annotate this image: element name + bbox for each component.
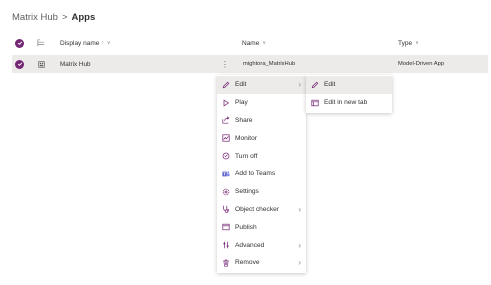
menu-item-label: Add to Teams bbox=[235, 170, 276, 178]
model-driven-app-icon bbox=[38, 55, 45, 73]
play-icon bbox=[222, 99, 230, 107]
power-icon bbox=[222, 152, 230, 160]
tools-icon bbox=[222, 241, 230, 249]
row-checkbox[interactable] bbox=[15, 55, 24, 73]
column-label: Name bbox=[242, 39, 260, 47]
column-label: Display name bbox=[60, 39, 100, 47]
checkmark-icon bbox=[15, 38, 24, 48]
menu-item-publish[interactable]: Publish bbox=[217, 218, 306, 236]
menu-item-label: Turn off bbox=[235, 152, 258, 160]
menu-item-label: Monitor bbox=[235, 134, 257, 142]
breadcrumb-parent-link[interactable]: Matrix Hub bbox=[12, 12, 58, 23]
teams-icon bbox=[222, 170, 230, 178]
share-icon bbox=[222, 116, 230, 125]
chevron-right-icon: › bbox=[298, 258, 301, 268]
context-menu: Edit › Play Share Monitor Turn off Add t… bbox=[217, 75, 306, 273]
menu-item-advanced[interactable]: Advanced › bbox=[217, 236, 306, 254]
menu-item-edit[interactable]: Edit › bbox=[217, 76, 306, 94]
chevron-down-icon: ∨ bbox=[262, 40, 267, 46]
menu-item-label: Publish bbox=[235, 223, 257, 231]
menu-item-label: Remove bbox=[235, 259, 260, 267]
pencil-icon bbox=[311, 81, 319, 89]
app-name-cell: mightora_MatrixHub bbox=[243, 61, 296, 67]
menu-item-share[interactable]: Share bbox=[217, 112, 306, 130]
checkmark-icon bbox=[15, 59, 24, 69]
menu-item-settings[interactable]: Settings bbox=[217, 183, 306, 201]
chevron-down-icon: ∨ bbox=[106, 40, 111, 46]
stethoscope-icon bbox=[222, 205, 230, 214]
menu-item-object-checker[interactable]: Object checker › bbox=[217, 201, 306, 219]
table-row[interactable]: Matrix Hub ⋮ mightora_MatrixHub Model-Dr… bbox=[12, 55, 488, 73]
menu-item-remove[interactable]: Remove › bbox=[217, 254, 306, 272]
open-in-new-tab-icon bbox=[311, 99, 319, 107]
monitor-icon bbox=[222, 134, 230, 142]
gear-icon bbox=[222, 188, 230, 196]
breadcrumb: Matrix Hub > Apps bbox=[12, 10, 95, 24]
menu-item-label: Advanced bbox=[235, 241, 265, 249]
menu-item-monitor[interactable]: Monitor bbox=[217, 129, 306, 147]
select-all-checkbox[interactable] bbox=[15, 34, 24, 52]
app-type-cell: Model-Driven App bbox=[398, 61, 445, 67]
submenu-item-label: Edit in new tab bbox=[324, 99, 368, 107]
trash-icon bbox=[222, 259, 230, 267]
column-header-type[interactable]: Type ∨ bbox=[398, 34, 419, 52]
chevron-right-icon: › bbox=[298, 204, 301, 214]
menu-item-play[interactable]: Play bbox=[217, 94, 306, 112]
menu-item-turn-off[interactable]: Turn off bbox=[217, 147, 306, 165]
sort-ascending-icon: ↑ bbox=[101, 40, 104, 46]
chevron-right-icon: › bbox=[298, 80, 301, 90]
chevron-right-icon: › bbox=[298, 240, 301, 250]
menu-item-label: Settings bbox=[235, 188, 259, 196]
submenu-item-label: Edit bbox=[324, 81, 336, 89]
menu-item-label: Edit bbox=[235, 81, 247, 89]
app-display-name-link[interactable]: Matrix Hub bbox=[60, 55, 90, 73]
menu-item-label: Share bbox=[235, 116, 253, 124]
more-commands-button[interactable]: ⋮ bbox=[221, 55, 229, 73]
publish-icon bbox=[222, 223, 230, 231]
grid-header: Display name ↑ ∨ Name ∨ Type ∨ bbox=[12, 34, 488, 52]
page-title: Apps bbox=[71, 11, 96, 23]
submenu-item-edit-in-new-tab[interactable]: Edit in new tab bbox=[306, 94, 392, 112]
column-header-display-name[interactable]: Display name ↑ ∨ bbox=[60, 34, 111, 52]
hierarchy-icon bbox=[37, 34, 45, 52]
menu-item-label: Play bbox=[235, 99, 248, 107]
submenu-item-edit[interactable]: Edit bbox=[306, 76, 392, 94]
menu-item-label: Object checker bbox=[235, 205, 279, 213]
breadcrumb-separator: > bbox=[61, 11, 68, 23]
column-label: Type bbox=[398, 39, 413, 47]
menu-item-add-to-teams[interactable]: Add to Teams bbox=[217, 165, 306, 183]
chevron-down-icon: ∨ bbox=[415, 40, 419, 46]
edit-submenu: Edit Edit in new tab bbox=[306, 75, 392, 113]
pencil-icon bbox=[222, 81, 230, 89]
column-header-name[interactable]: Name ∨ bbox=[242, 34, 266, 52]
